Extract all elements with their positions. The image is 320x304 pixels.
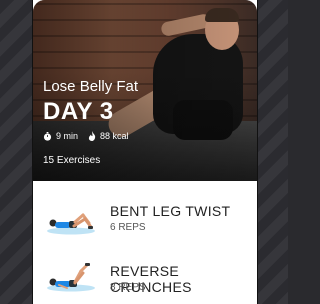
calories-stat: 88 kcal xyxy=(88,131,129,141)
flame-icon xyxy=(88,131,96,141)
list-item[interactable]: REVERSE CRUNCHES 8 REPS xyxy=(33,255,257,304)
exercise-count: 15 Exercises xyxy=(43,155,101,166)
exercise-reps: 8 REPS xyxy=(110,282,146,293)
timer-icon xyxy=(43,131,52,141)
workout-title: Lose Belly Fat xyxy=(43,78,139,95)
workout-hero-banner: Lose Belly Fat DAY 3 9 min 88 kcal 15 Ex… xyxy=(33,0,257,181)
list-item[interactable]: BENT LEG TWIST 6 REPS xyxy=(33,197,257,257)
workout-stats: 9 min 88 kcal xyxy=(43,131,129,141)
exercise-name: BENT LEG TWIST xyxy=(110,203,231,219)
exercise-reps: 6 REPS xyxy=(110,222,146,233)
calories-text: 88 kcal xyxy=(100,131,129,141)
duration-stat: 9 min xyxy=(43,131,78,141)
workout-screen: Lose Belly Fat DAY 3 9 min 88 kcal 15 Ex… xyxy=(32,0,258,304)
bent-leg-twist-illustration xyxy=(47,213,95,235)
reverse-crunches-illustration xyxy=(47,263,95,292)
workout-day: DAY 3 xyxy=(43,98,114,125)
duration-text: 9 min xyxy=(56,131,79,141)
